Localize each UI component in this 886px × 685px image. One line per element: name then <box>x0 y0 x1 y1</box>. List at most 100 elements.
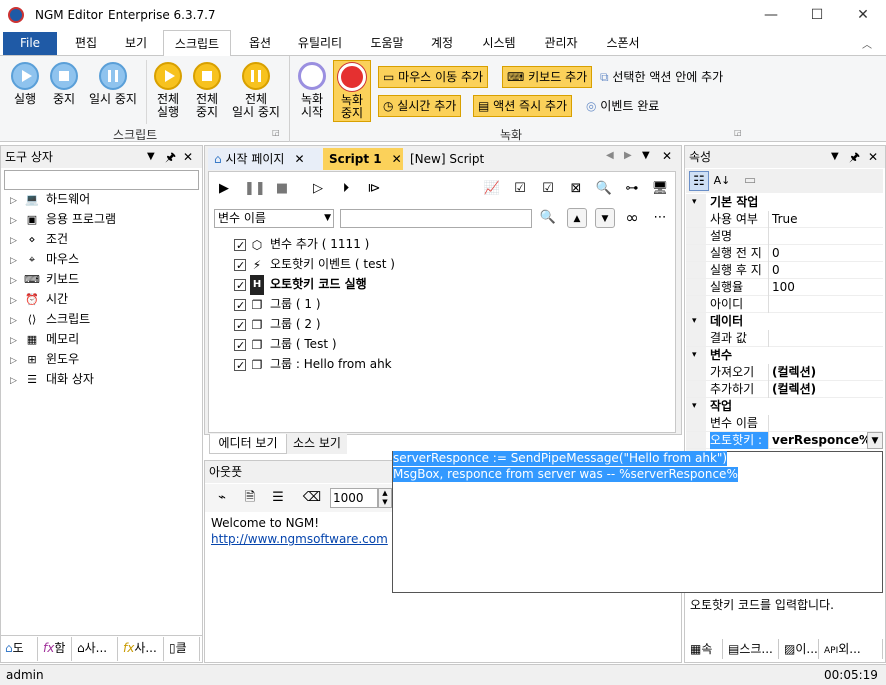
add-keyboard-button[interactable]: ⌨ 키보드 추가 <box>502 66 593 88</box>
property-row[interactable]: 아이디 <box>686 296 883 313</box>
eraser-icon[interactable]: ⌫ <box>302 488 322 508</box>
sort-az-icon[interactable]: A↓ <box>712 171 732 191</box>
property-category[interactable]: ▾ 기본 작업 <box>686 194 883 211</box>
property-pages-icon[interactable]: ▭ <box>740 171 760 191</box>
tab-help[interactable]: 도움말 <box>362 30 412 56</box>
bottom-tab-external[interactable]: API외... <box>821 639 883 659</box>
tree-item-dialog[interactable]: ▷ ☰ 대화 상자 <box>10 369 94 389</box>
expand-icon[interactable]: ▷ <box>10 351 20 371</box>
infinity-icon[interactable]: ∞ <box>622 208 642 228</box>
tab-edit[interactable]: 편집 <box>66 30 106 56</box>
tab-system[interactable]: 시스템 <box>474 30 524 56</box>
tree-view-icon[interactable]: ⊶ <box>622 179 642 199</box>
property-value[interactable]: (컬렉션) <box>772 381 816 398</box>
group-expand-icon[interactable]: ◲ <box>734 128 742 137</box>
item-checkbox[interactable] <box>234 356 246 376</box>
delete-icon[interactable]: ⊠ <box>566 179 586 199</box>
item-checkbox[interactable] <box>234 256 246 276</box>
expand-icon[interactable]: ▷ <box>10 191 20 211</box>
tab-editor-view[interactable]: 에디터 보기 <box>209 434 287 454</box>
move-down-icon[interactable]: ▼ <box>595 208 615 228</box>
tab-options[interactable]: 옵션 <box>240 30 280 56</box>
search-input[interactable] <box>340 209 532 228</box>
output-count-input[interactable]: 1000 <box>330 488 378 508</box>
run-all-button[interactable]: 전체 실행 <box>150 62 186 119</box>
expand-icon[interactable]: ▷ <box>10 311 20 331</box>
dropdown-icon[interactable]: ▼ <box>147 146 155 168</box>
property-row[interactable]: 추가하기 (컬렉션) <box>686 381 883 398</box>
tab-sponsor[interactable]: 스폰서 <box>598 30 648 56</box>
pause-icon[interactable]: ❚❚ <box>244 179 266 199</box>
close-panel-icon[interactable]: ✕ <box>868 146 878 168</box>
tree-item-app[interactable]: ▷ ▣ 응용 프로그램 <box>10 209 116 229</box>
pause-button[interactable]: 일시 중지 <box>84 62 142 106</box>
tab-scroll-right-icon[interactable]: ▶ <box>624 150 632 161</box>
more-icon[interactable]: ⋯ <box>650 208 670 228</box>
property-row[interactable]: 결과 값 <box>686 330 883 347</box>
output-link[interactable]: http://www.ngmsoftware.com <box>211 532 388 546</box>
property-row[interactable]: 실행 전 지 0 <box>686 245 883 262</box>
item-checkbox[interactable] <box>234 236 246 256</box>
search-icon[interactable]: 🔍 <box>538 208 558 228</box>
run-button[interactable]: 실행 <box>6 62 44 106</box>
list-item[interactable]: H 오토핫키 코드 실행 <box>234 274 367 296</box>
close-tab-icon[interactable]: ✕ <box>392 152 402 166</box>
stop-button[interactable]: 중지 <box>46 62 82 106</box>
list-item[interactable]: ⚡ 오토핫키 이벤트 ( test ) <box>234 254 395 276</box>
list-item[interactable]: ❐ 그룹 ( 1 ) <box>234 294 321 316</box>
tab-script-1[interactable]: Script 1 ✕ <box>323 148 403 170</box>
property-value[interactable]: 100 <box>772 279 795 296</box>
list-icon[interactable]: ☰ <box>268 488 288 508</box>
code-line-2[interactable]: MsgBox, responce from server was -- %ser… <box>393 467 738 482</box>
list-item[interactable]: ❐ 그룹 : Hello from ahk <box>234 354 392 376</box>
check-icon[interactable]: ☑ <box>538 179 558 199</box>
collapse-icon[interactable]: ▾ <box>692 398 697 415</box>
list-item[interactable]: ❐ 그룹 ( 2 ) <box>234 314 321 336</box>
property-value[interactable]: 0 <box>772 245 780 262</box>
bottom-tab-clip[interactable]: ▯클 <box>166 637 200 661</box>
close-icon[interactable]: ✕ <box>662 149 672 163</box>
property-row[interactable]: 변수 이름 <box>686 415 883 432</box>
property-row[interactable]: 가져오기 (컬렉션) <box>686 364 883 381</box>
tree-item-window[interactable]: ▷ ⊞ 윈도우 <box>10 349 79 369</box>
property-value[interactable]: verResponce% <box>772 432 871 449</box>
dropdown-icon[interactable]: ▼ <box>831 146 839 168</box>
expand-icon[interactable]: ▷ <box>10 251 20 271</box>
item-checkbox[interactable] <box>234 316 246 336</box>
step-icon[interactable]: ▷ <box>308 179 328 199</box>
property-value[interactable]: (컬렉션) <box>772 364 816 381</box>
tab-source-view[interactable]: 소스 보기 <box>287 434 347 454</box>
collapse-icon[interactable]: ▾ <box>692 347 697 364</box>
stop-all-button[interactable]: 전체 중지 <box>188 62 226 119</box>
tab-view[interactable]: 보기 <box>116 30 156 56</box>
property-category[interactable]: ▾ 작업 <box>686 398 883 415</box>
collapse-icon[interactable]: ▾ <box>692 313 697 330</box>
tree-item-mouse[interactable]: ▷ ⌖ 마우스 <box>10 249 79 269</box>
stop-icon[interactable]: ■ <box>272 179 292 199</box>
tree-item-time[interactable]: ▷ ⏰ 시간 <box>10 289 68 309</box>
add-realtime-button[interactable]: ◷ 실시간 추가 <box>378 95 462 117</box>
pause-all-button[interactable]: 전체 일시 중지 <box>228 62 284 119</box>
add-action-now-button[interactable]: ▤ 액션 즉시 추가 <box>473 95 573 117</box>
tree-item-script[interactable]: ▷ ⟨⟩ 스크립트 <box>10 309 90 329</box>
tree-item-memory[interactable]: ▷ ▦ 메모리 <box>10 329 79 349</box>
toolbox-search-input[interactable] <box>4 170 199 190</box>
group-expand-icon[interactable]: ◲ <box>272 128 280 137</box>
expand-icon[interactable]: ▷ <box>10 211 20 231</box>
expand-icon[interactable]: ▷ <box>10 371 20 391</box>
close-tab-icon[interactable]: ✕ <box>294 152 304 166</box>
property-row[interactable]: 설명 <box>686 228 883 245</box>
broom-icon[interactable]: ⌁ <box>212 488 232 508</box>
property-row[interactable]: 실행 후 지 0 <box>686 262 883 279</box>
record-start-button[interactable]: 녹화 시작 <box>294 62 330 119</box>
item-checkbox[interactable] <box>234 276 246 296</box>
add-inside-action-button[interactable]: ⧉ 선택한 액션 안에 추가 <box>600 68 723 85</box>
bottom-tab-user[interactable]: ⌂사... <box>74 637 118 661</box>
document-settings-icon[interactable]: 🗎 <box>240 488 260 508</box>
property-value[interactable]: 0 <box>772 262 780 279</box>
property-category[interactable]: ▾ 데이터 <box>686 313 883 330</box>
bottom-tab-image[interactable]: ▨이... <box>781 639 819 659</box>
expand-icon[interactable]: ▷ <box>10 231 20 251</box>
expand-icon[interactable]: ▷ <box>10 271 20 291</box>
bottom-tab-function[interactable]: fx함 <box>40 637 72 661</box>
